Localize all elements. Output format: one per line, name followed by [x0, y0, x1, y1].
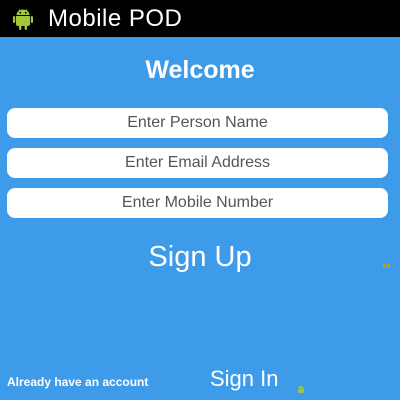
scroll-indicator [383, 264, 391, 270]
already-have-account-text: Already have an account [7, 375, 149, 389]
person-name-input[interactable] [7, 108, 388, 138]
title-bar: Mobile POD [0, 0, 400, 37]
welcome-heading: Welcome [145, 56, 255, 84]
sign-in-button[interactable]: Sign In [210, 366, 279, 392]
email-address-input[interactable] [7, 148, 388, 178]
small-android-icon [296, 382, 306, 393]
mobile-number-input[interactable] [7, 188, 388, 218]
app-title: Mobile POD [48, 4, 183, 32]
android-icon [10, 6, 36, 32]
sign-up-button[interactable]: Sign Up [0, 240, 400, 275]
